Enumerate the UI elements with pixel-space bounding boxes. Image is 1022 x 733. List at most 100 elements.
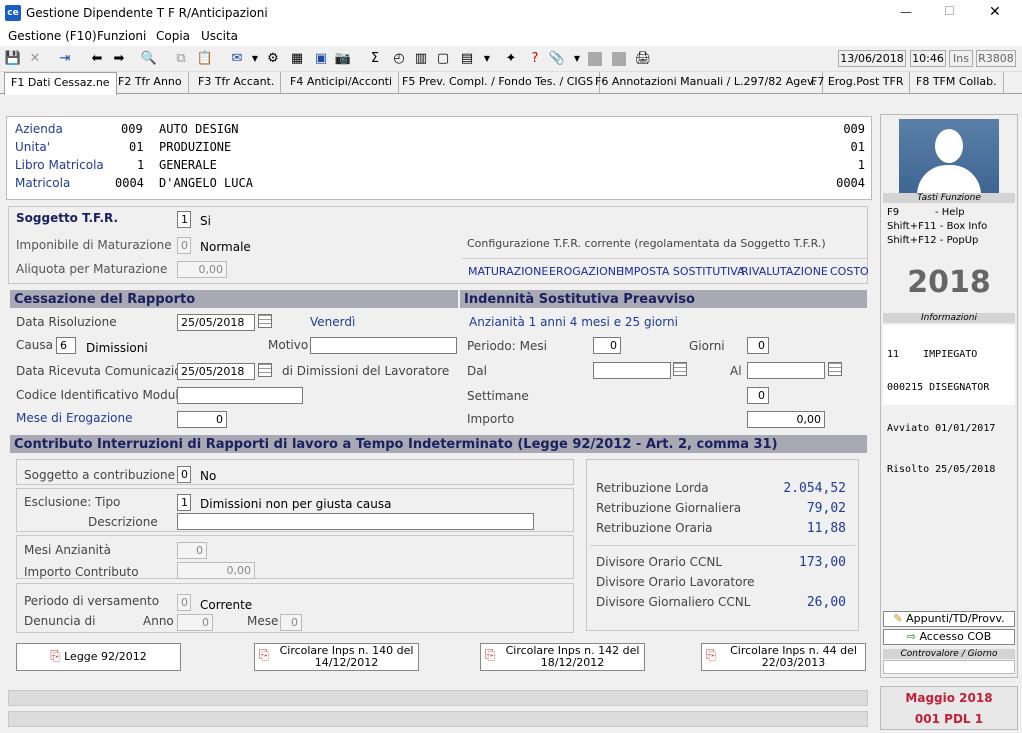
tab-anticipi[interactable]: F4 Anticipi/Acconti xyxy=(284,72,400,94)
tab-tfr-anno[interactable]: F2 Tfr Anno xyxy=(112,72,189,94)
window-icon[interactable]: ▢ xyxy=(434,50,452,68)
tab-tfm-collab[interactable]: F8 TFM Collab. xyxy=(910,72,1004,94)
causa-label: Causa xyxy=(16,338,53,352)
circolare-44-button[interactable]: ⎘ Circolare Inps n. 44 del 22/03/2013 xyxy=(701,643,866,671)
calendar-icon-4[interactable] xyxy=(828,362,842,376)
close-button[interactable]: ✕ xyxy=(989,4,1001,20)
esclusione-input[interactable]: 1 xyxy=(177,494,191,511)
forward-arrow-icon[interactable]: ➡ xyxy=(110,50,128,68)
link-erogazione[interactable]: EROGAZIONE xyxy=(549,265,623,278)
config-links: MATURAZIONE EROGAZIONE IMPOSTA SOSTITUTI… xyxy=(462,258,869,282)
accesso-cob-button[interactable]: ⇨ Accesso COB xyxy=(883,629,1015,645)
calendar-icon-3[interactable] xyxy=(673,362,687,376)
exit-icon[interactable]: ⇥ xyxy=(56,50,74,68)
dropdown-arrow-icon[interactable]: ▼ xyxy=(246,50,264,68)
save-icon[interactable]: 💾 xyxy=(4,50,22,68)
data-ris-input[interactable]: 25/05/2018 xyxy=(177,314,255,331)
circolare-142-button[interactable]: ⎘ Circolare Inps n. 142 del 18/12/2012 xyxy=(480,643,645,671)
copy-icon[interactable]: ⧉ xyxy=(172,50,190,68)
sum-icon[interactable]: Σ xyxy=(366,50,384,68)
print-preview-icon[interactable]: ▤ xyxy=(458,50,476,68)
anno-input[interactable]: 0 xyxy=(177,614,213,631)
tab-annotazioni[interactable]: F6 Annotazioni Manuali / L.297/82 Agev. xyxy=(589,72,824,94)
cessazione-header: Cessazione del Rapporto xyxy=(10,290,458,308)
dal-input[interactable] xyxy=(593,362,671,379)
mese-input[interactable]: 0 xyxy=(280,614,302,631)
help-icon[interactable]: ? xyxy=(526,50,544,68)
giorni-input[interactable]: 0 xyxy=(747,337,769,354)
matricola-right: 0004 xyxy=(836,176,865,190)
lorda-label: Retribuzione Lorda xyxy=(596,481,709,495)
camera-icon[interactable]: 📷 xyxy=(334,50,352,68)
menu-gestione[interactable]: Gestione (F10) xyxy=(8,29,97,43)
info-line1: 11 IMPIEGATO xyxy=(887,349,978,360)
calendar-icon-2[interactable] xyxy=(258,363,272,377)
anno-label: Anno xyxy=(143,614,174,628)
tab-prev-compl[interactable]: F5 Prev. Compl. / Fondo Tes. / CIGS xyxy=(396,72,601,94)
mesi-anz-input[interactable]: 0 xyxy=(177,542,207,559)
appunti-button[interactable]: ✎ Appunti/TD/Provv. xyxy=(883,611,1015,627)
periodo-vers-input[interactable]: 0 xyxy=(177,594,191,611)
blank-icon-2[interactable] xyxy=(612,52,626,66)
soggetto-contrib-input[interactable]: 0 xyxy=(177,466,191,483)
motivo-input[interactable] xyxy=(310,337,457,354)
unita-name: PRODUZIONE xyxy=(159,140,232,154)
imponibile-text: Normale xyxy=(200,240,251,254)
employee-header: Azienda 009 AUTO DESIGN 009 Unita' 01 PR… xyxy=(6,116,872,200)
soggetto-contrib-label: Soggetto a contribuzione xyxy=(24,468,176,482)
tab-dati-cessazione[interactable]: F1 Dati Cessaz.ne xyxy=(4,72,117,95)
grid-icon[interactable]: ▦ xyxy=(288,50,306,68)
legge-92-button[interactable]: ⎘ Legge 92/2012 xyxy=(16,643,181,671)
search-icon[interactable]: 🔍 xyxy=(140,50,158,68)
periodo-mesi-label: Periodo: Mesi xyxy=(467,339,547,353)
tools-icon[interactable]: ⚙ xyxy=(264,50,282,68)
imponibile-input[interactable]: 0 xyxy=(177,237,191,254)
printer-icon[interactable]: 🖨 xyxy=(634,50,652,68)
link-maturazione[interactable]: MATURAZIONE xyxy=(468,265,548,278)
back-arrow-icon[interactable]: ⬅ xyxy=(88,50,106,68)
dropdown-arrow-icon-2[interactable]: ▼ xyxy=(478,50,496,68)
blank-icon[interactable] xyxy=(588,52,602,66)
tab-tfr-accant[interactable]: F3 Tfr Accant. xyxy=(192,72,282,94)
aliquota-input[interactable]: 0,00 xyxy=(177,261,227,278)
clock-icon[interactable]: ◴ xyxy=(390,50,408,68)
link-imposta[interactable]: IMPOSTA SOSTITUTIVA xyxy=(621,265,745,278)
al-label: Al xyxy=(730,364,742,378)
mese-erog-input[interactable]: 0 xyxy=(177,411,227,428)
mail-icon[interactable]: ✉ xyxy=(228,50,246,68)
azienda-code: 009 xyxy=(121,122,143,136)
pdf-icon: ⎘ xyxy=(50,649,61,664)
maximize-button[interactable]: ☐ xyxy=(944,4,955,18)
codice-input[interactable] xyxy=(177,387,303,404)
status-ins: Ins xyxy=(949,50,973,67)
al-input[interactable] xyxy=(747,362,825,379)
attach-icon[interactable]: 📎 xyxy=(548,50,566,68)
calendar-icon[interactable] xyxy=(258,314,272,328)
link-costo[interactable]: COSTO xyxy=(830,265,869,278)
tab-erog-post[interactable]: F7 Erog.Post TFR xyxy=(805,72,911,94)
periodo-mesi-input[interactable]: 0 xyxy=(593,337,621,354)
config-label: Configurazione T.F.R. corrente (regolame… xyxy=(467,237,826,250)
cancel-icon[interactable]: ✕ xyxy=(26,50,44,68)
minimize-button[interactable]: — xyxy=(900,5,912,19)
menu-funzioni[interactable]: Funzioni xyxy=(97,29,146,43)
settimane-input[interactable]: 0 xyxy=(747,387,769,404)
barcode-icon[interactable]: ▥ xyxy=(412,50,430,68)
menu-uscita[interactable]: Uscita xyxy=(201,29,238,43)
menu-copia[interactable]: Copia xyxy=(156,29,190,43)
puzzle-icon[interactable]: ✦ xyxy=(502,50,520,68)
circolare-140-button[interactable]: ⎘ Circolare Inps n. 140 del 14/12/2012 xyxy=(254,643,419,671)
link-rivalutazione[interactable]: RIVALUTAZIONE xyxy=(741,265,828,278)
azienda-name: AUTO DESIGN xyxy=(159,122,239,136)
cob-label: Accesso COB xyxy=(919,630,992,643)
soggetto-tfr-input[interactable]: 1 xyxy=(177,211,191,228)
descrizione-input[interactable] xyxy=(177,513,534,530)
importo-contrib-input[interactable]: 0,00 xyxy=(177,562,255,579)
importo-input[interactable]: 0,00 xyxy=(747,411,825,428)
calculator-icon[interactable]: ▣ xyxy=(312,50,330,68)
paste-icon[interactable]: 📋 xyxy=(196,50,214,68)
tasti-title: Tasti Funzione xyxy=(883,193,1015,203)
data-ric-input[interactable]: 25/05/2018 xyxy=(177,363,255,380)
dropdown-arrow-icon-3[interactable]: ▼ xyxy=(568,50,586,68)
causa-input[interactable]: 6 xyxy=(56,337,76,354)
